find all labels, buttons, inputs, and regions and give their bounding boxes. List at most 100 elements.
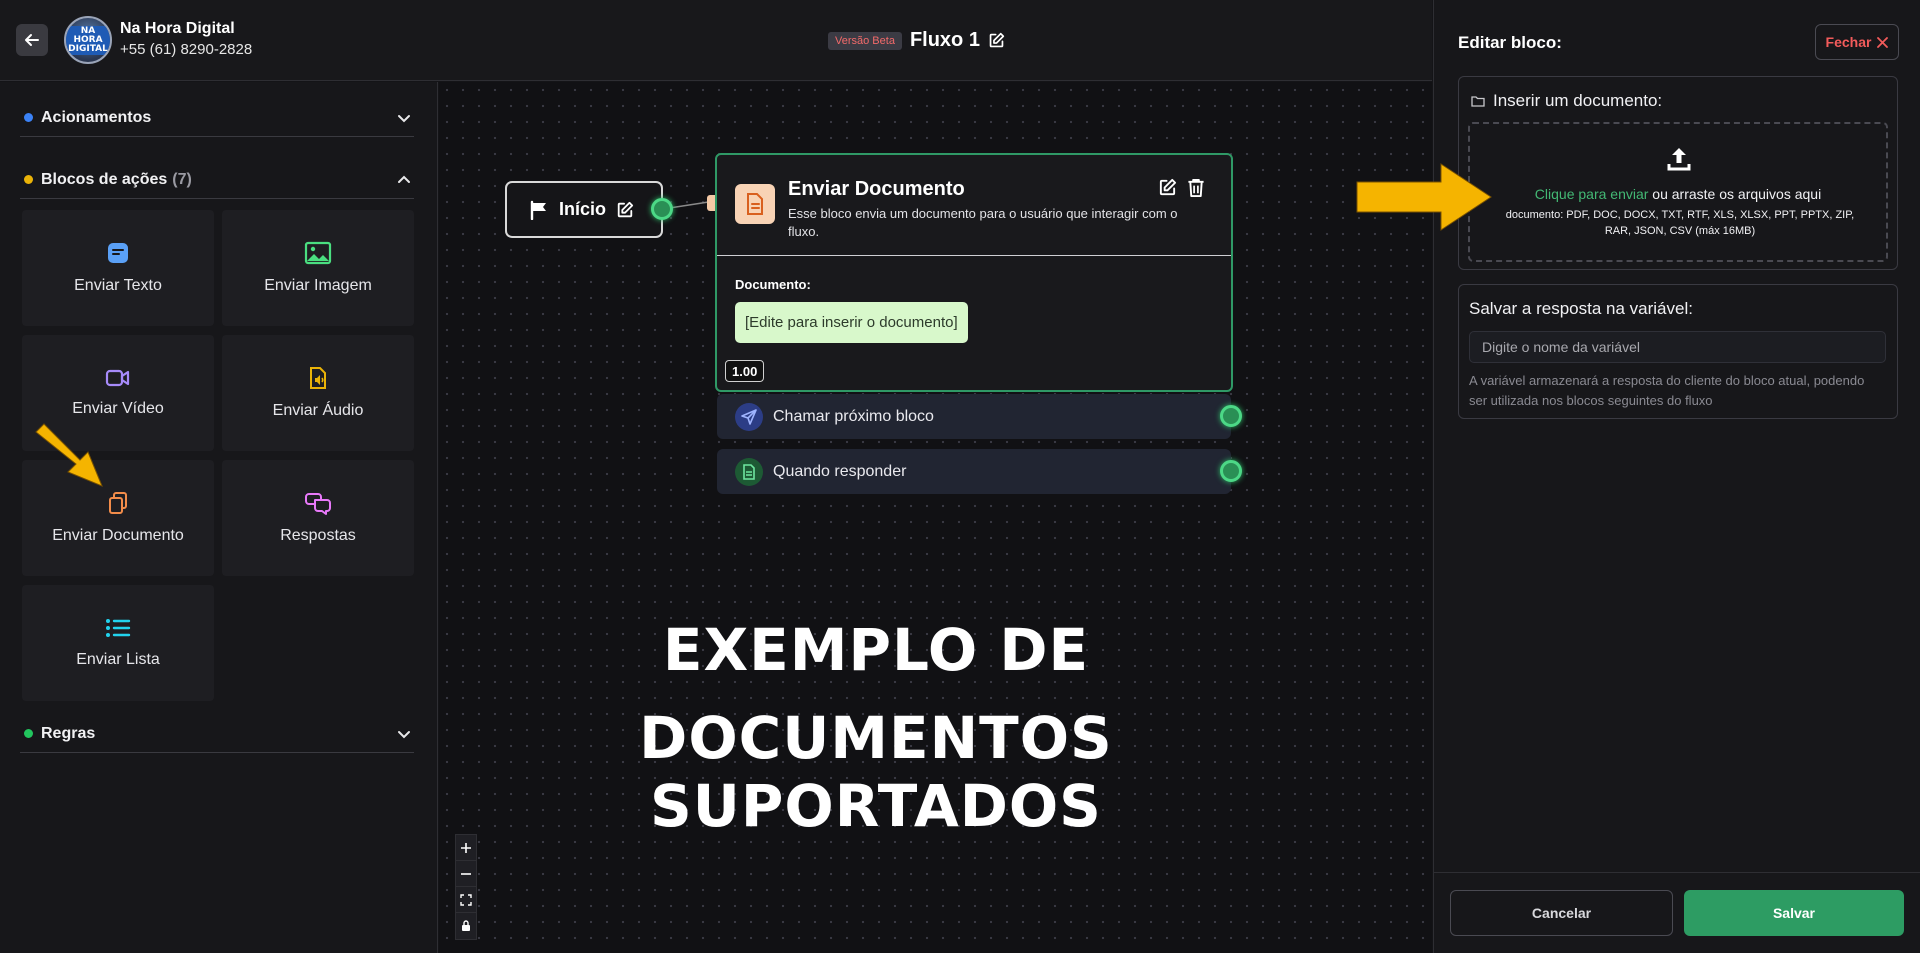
upload-heading-text: Inserir um documento: (1493, 91, 1663, 110)
click-to-upload-link[interactable]: Clique para enviar (1535, 186, 1649, 202)
image-icon (304, 241, 332, 265)
document-field-label: Documento: (735, 277, 811, 292)
block-label: Enviar Texto (74, 277, 162, 294)
block-label: Enviar Imagem (264, 277, 372, 294)
close-button[interactable]: Fechar (1815, 24, 1899, 60)
version-badge: 1.00 (725, 360, 765, 382)
cancel-button[interactable]: Cancelar (1450, 890, 1673, 936)
output-handle[interactable] (1220, 405, 1242, 427)
document-field-value[interactable]: [Edite para inserir o documento] (735, 302, 968, 343)
edit-icon[interactable] (988, 32, 1005, 49)
output-label: Chamar próximo bloco (773, 407, 934, 425)
edit-icon[interactable] (1158, 178, 1177, 197)
avatar: NA HORA DIGITAL (64, 16, 112, 64)
flow-title: Fluxo 1 (909, 29, 980, 51)
beta-badge: Versão Beta (828, 31, 902, 50)
section-regras[interactable]: Regras (20, 715, 414, 753)
file-dropzone[interactable]: Clique para enviar ou arraste os arquivo… (1468, 122, 1888, 262)
section-blocos-de-acoes[interactable]: Blocos de ações (7) (20, 161, 414, 199)
company-name: Na Hora Digital (120, 20, 235, 37)
list-icon (106, 619, 131, 637)
folder-icon (1471, 96, 1485, 107)
section-dot (24, 175, 33, 184)
zoom-in-icon[interactable] (456, 835, 476, 861)
start-node-label: Início (559, 199, 607, 219)
company-phone: +55 (61) 8290-2828 (120, 41, 253, 58)
output-label: Quando responder (773, 462, 907, 480)
close-label: Fechar (1825, 34, 1872, 50)
enviar-documento-node[interactable]: Enviar Documento Esse bloco envia um doc… (715, 153, 1233, 392)
start-node[interactable]: Início (505, 181, 663, 238)
section-dot (24, 113, 33, 122)
variable-heading: Salvar a resposta na variável: (1469, 299, 1693, 318)
message-text-icon (108, 243, 128, 263)
close-icon (1877, 36, 1889, 48)
zoom-controls (455, 834, 477, 940)
footer-divider (1434, 872, 1920, 873)
overlay-heading-line-1: EXEMPLO DE (662, 616, 1090, 684)
company-info: Na Hora Digital +55 (61) 8290-2828 (120, 20, 252, 58)
edit-block-panel: Editar bloco: Fechar Inserir um document… (1433, 0, 1920, 953)
section-title: Acionamentos (41, 108, 152, 126)
block-label: Enviar Vídeo (72, 400, 164, 417)
zoom-out-icon[interactable] (456, 861, 476, 887)
drag-text: ou arraste os arquivos aqui (1648, 186, 1822, 202)
send-icon (735, 402, 763, 431)
section-acionamentos[interactable]: Acionamentos (20, 99, 414, 137)
start-output-handle[interactable] (651, 198, 673, 220)
document-icon (735, 457, 763, 486)
node-title: Enviar Documento (788, 178, 965, 200)
supported-formats: documento: PDF, DOC, DOCX, TXT, RTF, XLS… (1505, 209, 1855, 237)
section-dot (24, 729, 33, 738)
top-header: NA HORA DIGITAL Na Hora Digital +55 (61)… (0, 0, 1432, 81)
block-enviar-lista[interactable]: Enviar Lista (22, 585, 214, 701)
upload-icon (1667, 148, 1691, 171)
edit-icon[interactable] (616, 201, 634, 219)
lock-icon[interactable] (456, 913, 476, 939)
variable-help-text: A variável armazenará a resposta do clie… (1469, 373, 1865, 408)
block-label: Enviar Áudio (272, 402, 364, 419)
block-enviar-audio[interactable]: Enviar Áudio (222, 335, 414, 451)
trash-icon[interactable] (1187, 178, 1205, 197)
node-description: Esse bloco envia um documento para o usu… (788, 206, 1178, 239)
save-variable-card: Salvar a resposta na variável: A variáve… (1458, 284, 1898, 419)
block-label: Respostas (280, 527, 356, 544)
output-chamar-proximo-bloco[interactable]: Chamar próximo bloco (717, 394, 1231, 439)
dropzone-instruction: Clique para enviar ou arraste os arquivo… (1470, 186, 1886, 202)
document-icon (735, 184, 775, 224)
chevron-down-icon[interactable] (396, 726, 412, 742)
arrow-left-icon (25, 34, 39, 46)
section-count: (7) (172, 170, 192, 188)
audio-file-icon (310, 367, 326, 389)
block-enviar-imagem[interactable]: Enviar Imagem (222, 210, 414, 326)
block-label: Enviar Documento (52, 527, 184, 544)
block-enviar-texto[interactable]: Enviar Texto (22, 210, 214, 326)
upload-heading: Inserir um documento: (1471, 91, 1662, 111)
upload-document-card: Inserir um documento: Clique para enviar… (1458, 76, 1898, 270)
flow-canvas[interactable]: Início Enviar Documento Esse bloco envia… (439, 82, 1432, 953)
section-title: Regras (41, 724, 96, 742)
node-divider (717, 255, 1231, 256)
flag-icon (530, 200, 546, 220)
video-camera-icon (105, 369, 130, 387)
chevron-up-icon[interactable] (396, 172, 412, 188)
block-label: Enviar Lista (76, 651, 160, 668)
documents-icon (109, 492, 127, 514)
blocks-sidebar: Acionamentos Blocos de ações (7) Enviar … (0, 82, 438, 953)
annotation-arrow (1356, 163, 1492, 231)
fit-view-icon[interactable] (456, 887, 476, 913)
flow-title-group: Versão Beta Fluxo 1 (828, 29, 1005, 52)
avatar-logo-text: NA HORA DIGITAL (66, 25, 110, 55)
output-quando-responder[interactable]: Quando responder (717, 449, 1231, 494)
variable-name-input[interactable] (1469, 331, 1886, 363)
panel-title: Editar bloco: (1458, 33, 1562, 52)
back-button[interactable] (16, 24, 48, 56)
annotation-arrow (35, 423, 103, 487)
chat-bubbles-icon (305, 493, 331, 515)
save-button[interactable]: Salvar (1684, 890, 1904, 936)
section-title: Blocos de ações (41, 170, 168, 188)
output-handle[interactable] (1220, 460, 1242, 482)
chevron-down-icon[interactable] (396, 110, 412, 126)
overlay-heading-line-2: DOCUMENTOS SUPORTADOS (639, 704, 1113, 840)
block-respostas[interactable]: Respostas (222, 460, 414, 576)
